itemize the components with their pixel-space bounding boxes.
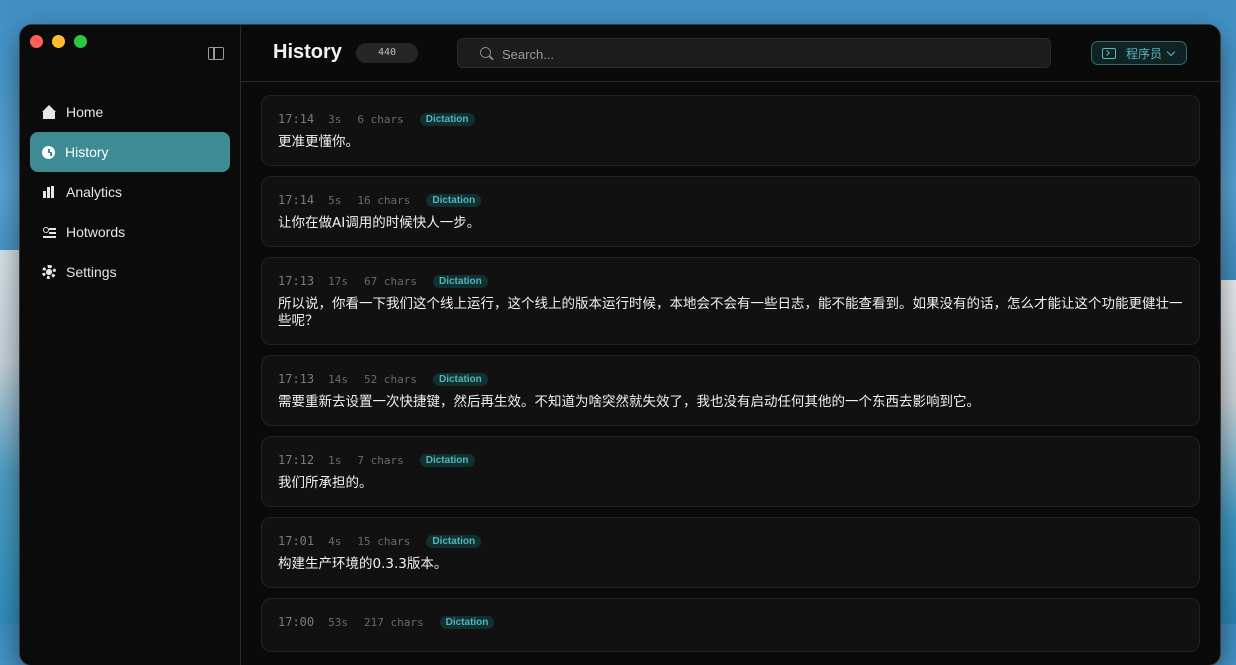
history-entry[interactable]: 17:14 5s 16 chars Dictation 让你在做AI调用的时候快… bbox=[261, 176, 1200, 247]
entry-time: 17:14 bbox=[278, 193, 315, 207]
entry-char-count: 15 chars bbox=[357, 534, 411, 548]
list-icon bbox=[42, 225, 56, 239]
entry-meta: 17:14 3s 6 chars Dictation bbox=[278, 110, 1183, 128]
entry-time: 17:00 bbox=[278, 615, 315, 629]
mode-select-label: 程序员 bbox=[1126, 46, 1163, 61]
entry-type-tag: Dictation bbox=[419, 453, 475, 467]
entry-type-tag: Dictation bbox=[432, 274, 488, 288]
entry-time: 17:13 bbox=[278, 372, 315, 386]
sidebar-nav: Home History Analytics Hotwords Settings bbox=[30, 92, 230, 292]
entry-type-tag: Dictation bbox=[419, 112, 475, 126]
mode-select-dropdown[interactable]: 程序员 bbox=[1091, 41, 1187, 65]
entry-duration: 53s bbox=[328, 615, 348, 629]
sidebar-item-label: Settings bbox=[66, 264, 117, 280]
entry-type-tag: Dictation bbox=[432, 372, 488, 386]
entry-type-tag: Dictation bbox=[439, 615, 495, 629]
sidebar-toggle-icon[interactable] bbox=[208, 47, 224, 60]
entry-duration: 1s bbox=[328, 453, 342, 467]
entry-duration: 14s bbox=[328, 372, 348, 386]
sidebar-item-history[interactable]: History bbox=[30, 132, 230, 172]
sidebar-item-label: Hotwords bbox=[66, 224, 126, 240]
entry-char-count: 16 chars bbox=[357, 193, 411, 207]
sidebar-item-label: Home bbox=[66, 104, 104, 120]
bar-chart-icon bbox=[42, 185, 56, 199]
close-window-button[interactable] bbox=[30, 35, 43, 48]
entry-time: 17:01 bbox=[278, 534, 315, 548]
entry-char-count: 67 chars bbox=[364, 274, 417, 288]
window-controls bbox=[30, 35, 87, 48]
minimize-window-button[interactable] bbox=[52, 35, 65, 48]
entry-meta: 17:13 14s 52 chars Dictation bbox=[278, 370, 1183, 388]
entry-char-count: 52 chars bbox=[364, 372, 417, 386]
entry-text: 更准更懂你。 bbox=[278, 134, 359, 150]
entry-duration: 4s bbox=[328, 534, 342, 548]
entry-char-count: 217 chars bbox=[364, 615, 424, 629]
chevron-down-icon bbox=[1166, 47, 1176, 56]
entry-text: 需要重新去设置一次快捷键，然后再生效。不知道为啥突然就失效了，我也没有启动任何其… bbox=[278, 394, 980, 410]
entry-duration: 5s bbox=[328, 193, 342, 207]
sidebar-item-label: History bbox=[65, 144, 109, 160]
entry-text: 构建生产环境的0.3.3版本。 bbox=[278, 556, 448, 572]
history-entry[interactable]: 17:00 53s 217 chars Dictation bbox=[261, 598, 1200, 652]
main-content: History 440 程序员 17:14 3s 6 chars Dictati… bbox=[241, 25, 1220, 665]
entry-type-tag: Dictation bbox=[426, 534, 482, 548]
search-box[interactable] bbox=[457, 38, 1051, 69]
entry-time: 17:14 bbox=[278, 112, 315, 126]
sidebar-item-analytics[interactable]: Analytics bbox=[30, 172, 230, 212]
entry-duration: 3s bbox=[328, 112, 342, 126]
history-entry[interactable]: 17:14 3s 6 chars Dictation 更准更懂你。 bbox=[261, 95, 1200, 166]
page-title: History bbox=[273, 41, 342, 63]
history-count-badge: 440 bbox=[356, 43, 418, 63]
history-list: 17:14 3s 6 chars Dictation 更准更懂你。 17:14 … bbox=[261, 95, 1200, 662]
header: History 440 程序员 bbox=[241, 25, 1220, 82]
app-window: Home History Analytics Hotwords Settings bbox=[20, 25, 1220, 665]
sidebar-item-label: Analytics bbox=[66, 184, 123, 200]
history-entry[interactable]: 17:01 4s 15 chars Dictation 构建生产环境的0.3.3… bbox=[261, 517, 1200, 588]
entry-text: 我们所承担的。 bbox=[278, 475, 373, 491]
home-icon bbox=[42, 105, 56, 119]
entry-char-count: 6 chars bbox=[357, 112, 404, 126]
entry-meta: 17:01 4s 15 chars Dictation bbox=[278, 532, 1183, 550]
sidebar-item-hotwords[interactable]: Hotwords bbox=[30, 212, 230, 252]
sidebar-item-home[interactable]: Home bbox=[30, 92, 230, 132]
clock-icon bbox=[42, 145, 55, 159]
entry-time: 17:13 bbox=[278, 274, 315, 288]
terminal-icon bbox=[1102, 47, 1116, 59]
entry-meta: 17:14 5s 16 chars Dictation bbox=[278, 191, 1183, 209]
sidebar: Home History Analytics Hotwords Settings bbox=[20, 25, 241, 665]
entry-meta: 17:12 1s 7 chars Dictation bbox=[278, 451, 1183, 469]
sidebar-item-settings[interactable]: Settings bbox=[30, 252, 230, 292]
history-entry[interactable]: 17:13 17s 67 chars Dictation 所以说，你看一下我们这… bbox=[261, 257, 1200, 345]
search-icon bbox=[480, 47, 491, 58]
entry-type-tag: Dictation bbox=[426, 193, 482, 207]
entry-text: 所以说，你看一下我们这个线上运行，这个线上的版本运行时候，本地会不会有一些日志，… bbox=[278, 296, 1183, 329]
history-entry[interactable]: 17:13 14s 52 chars Dictation 需要重新去设置一次快捷… bbox=[261, 355, 1200, 426]
search-input[interactable] bbox=[500, 39, 1034, 69]
zoom-window-button[interactable] bbox=[74, 35, 87, 48]
history-entry[interactable]: 17:12 1s 7 chars Dictation 我们所承担的。 bbox=[261, 436, 1200, 507]
entry-text: 让你在做AI调用的时候快人一步。 bbox=[278, 215, 481, 231]
entry-time: 17:12 bbox=[278, 453, 315, 467]
gear-icon bbox=[42, 265, 56, 279]
entry-duration: 17s bbox=[328, 274, 348, 288]
entry-meta: 17:13 17s 67 chars Dictation bbox=[278, 272, 1183, 290]
entry-meta: 17:00 53s 217 chars Dictation bbox=[278, 613, 1183, 631]
entry-char-count: 7 chars bbox=[357, 453, 404, 467]
